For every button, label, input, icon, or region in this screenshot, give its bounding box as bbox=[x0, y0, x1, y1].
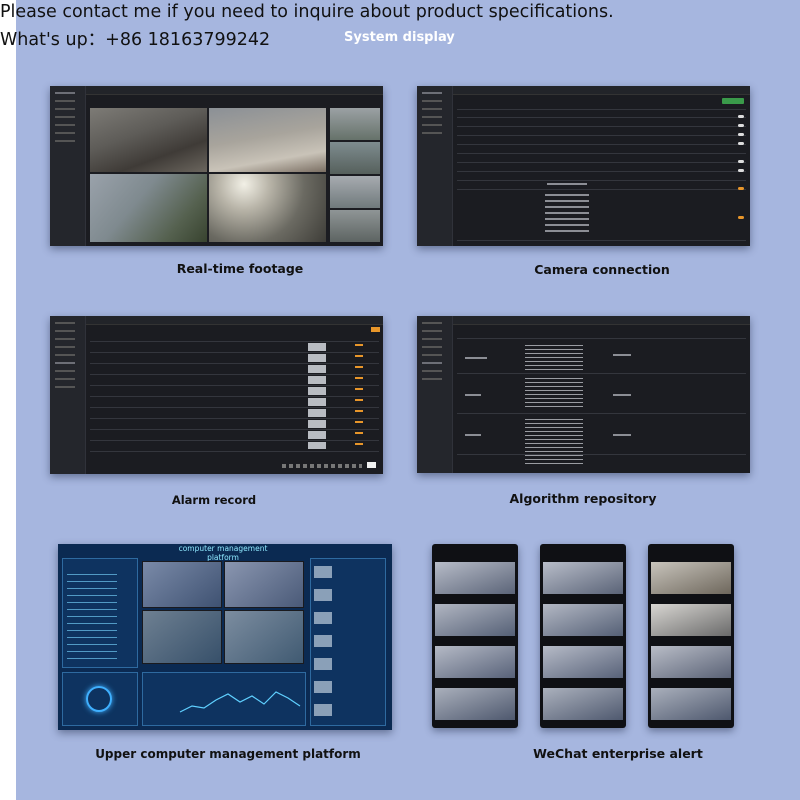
topbar bbox=[86, 316, 383, 325]
topbar bbox=[453, 316, 750, 325]
status-toggle[interactable] bbox=[738, 169, 744, 172]
platform-video-1 bbox=[142, 561, 222, 608]
phone-screenshot-3 bbox=[648, 544, 734, 728]
caption-algorithm-repository: Algorithm repository bbox=[509, 491, 657, 506]
camera-feed-3 bbox=[90, 174, 207, 242]
alarm-record-screenshot bbox=[50, 316, 383, 474]
caption-alarm-record: Alarm record bbox=[171, 493, 257, 507]
sidebar bbox=[50, 86, 86, 246]
add-camera-button[interactable] bbox=[722, 98, 744, 104]
pagination[interactable] bbox=[282, 464, 362, 468]
status-toggle[interactable] bbox=[738, 216, 744, 219]
camera-feed-4 bbox=[209, 174, 326, 242]
search-button[interactable] bbox=[371, 327, 380, 332]
sidebar bbox=[417, 86, 453, 246]
camera-feed-2 bbox=[209, 108, 326, 172]
platform-screen-title: computer management platform bbox=[178, 544, 268, 562]
camera-connection-screenshot bbox=[417, 86, 750, 246]
upper-computer-platform-screenshot: computer management platform bbox=[58, 544, 392, 730]
camera-feed-1 bbox=[90, 108, 207, 172]
contact-line-1: Please contact me if you need to inquire… bbox=[0, 2, 614, 22]
caption-upper-computer-platform: Upper computer management platform bbox=[95, 747, 361, 761]
alarm-thumbnails bbox=[308, 343, 326, 449]
platform-video-3 bbox=[142, 610, 222, 664]
status-toggle[interactable] bbox=[738, 142, 744, 145]
caption-camera-connection: Camera connection bbox=[534, 262, 670, 277]
camera-feed-8 bbox=[330, 210, 380, 242]
section-title: System display bbox=[344, 30, 455, 45]
topbar bbox=[86, 86, 383, 95]
status-toggle[interactable] bbox=[738, 124, 744, 127]
platform-video-4 bbox=[224, 610, 304, 664]
camera-feed-7 bbox=[330, 176, 380, 208]
contact-line-2: What's up：+86 18163799242 bbox=[0, 30, 271, 50]
sidebar bbox=[417, 316, 453, 473]
camera-feed-6 bbox=[330, 142, 380, 174]
platform-video-2 bbox=[224, 561, 304, 608]
trend-line-chart bbox=[179, 691, 301, 713]
status-toggle[interactable] bbox=[738, 115, 744, 118]
status-toggle[interactable] bbox=[738, 187, 744, 190]
sidebar bbox=[50, 316, 86, 474]
status-toggle[interactable] bbox=[738, 160, 744, 163]
topbar bbox=[453, 86, 750, 95]
realtime-footage-screenshot bbox=[50, 86, 383, 246]
caption-realtime-footage: Real-time footage bbox=[176, 261, 304, 276]
phone-screenshot-2 bbox=[540, 544, 626, 728]
alarm-actions bbox=[355, 344, 363, 450]
phone-screenshot-1 bbox=[432, 544, 518, 728]
algorithm-repository-screenshot bbox=[417, 316, 750, 473]
caption-wechat-enterprise-alert: WeChat enterprise alert bbox=[533, 746, 703, 761]
page-size-button[interactable] bbox=[367, 462, 376, 468]
status-toggle[interactable] bbox=[738, 133, 744, 136]
radar-gauge bbox=[86, 686, 112, 712]
camera-feed-5 bbox=[330, 108, 380, 140]
